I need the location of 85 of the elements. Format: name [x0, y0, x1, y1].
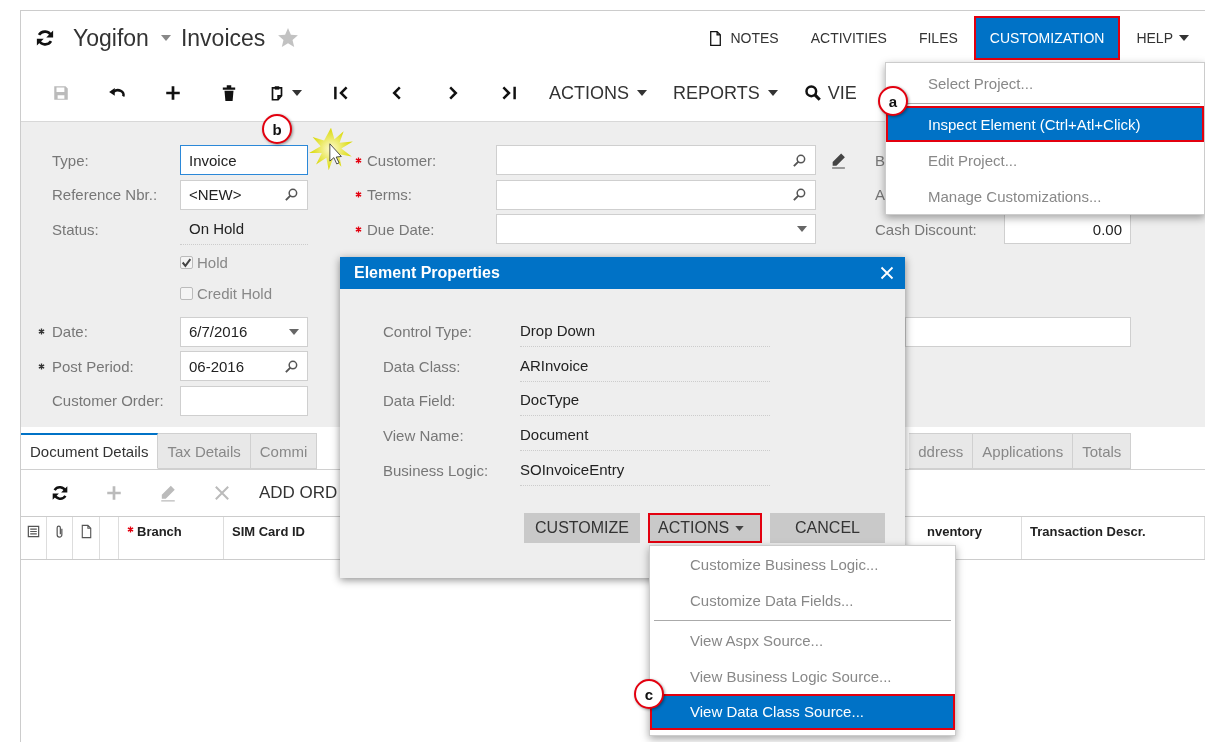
property-value: Document: [520, 420, 770, 452]
field-label: Reference Nbr.:: [52, 186, 159, 204]
search-icon: [803, 84, 822, 102]
caret-icon: [292, 90, 302, 96]
input-field[interactable]: 0.00: [1004, 214, 1131, 245]
checkbox[interactable]: [180, 255, 193, 269]
top-link[interactable]: NOTES: [691, 16, 795, 60]
menu-item[interactable]: Inspect Element (Ctrl+Atl+Click): [886, 106, 1204, 142]
list-icon: [26, 524, 41, 539]
first-page-icon[interactable]: [332, 84, 350, 102]
field-label: Terms:: [367, 186, 413, 204]
search-icon[interactable]: [792, 187, 807, 203]
callout-badge: c: [634, 679, 664, 709]
top-link[interactable]: HELP: [1120, 16, 1205, 60]
dialog-button[interactable]: CANCEL: [770, 513, 885, 543]
star-icon[interactable]: [277, 27, 300, 49]
property-value: ARInvoice: [520, 350, 770, 382]
input-field[interactable]: Invoice: [180, 145, 308, 176]
toolbar-menu[interactable]: ACTIONS: [549, 82, 647, 104]
checkbox[interactable]: [180, 287, 193, 301]
dialog-title: Element Properties: [354, 264, 500, 282]
toolbar-menu[interactable]: REPORTS: [673, 82, 778, 104]
company-title[interactable]: Yogifon: [73, 24, 149, 52]
column-header[interactable]: Branch: [119, 517, 224, 559]
callout-badge: b: [262, 114, 292, 144]
input-field[interactable]: 06-2016: [180, 351, 308, 382]
checkbox-label: Credit Hold: [197, 285, 273, 303]
menu-item[interactable]: Manage Customizations...: [886, 178, 1204, 214]
trash-icon[interactable]: [220, 84, 238, 102]
field-label: Type:: [52, 151, 90, 169]
caret-icon: [767, 90, 778, 96]
refresh-icon[interactable]: [51, 484, 69, 502]
property-label: Data Field:: [383, 392, 457, 410]
property-value: Drop Down: [520, 315, 770, 347]
field-label: Post Period:: [52, 357, 135, 375]
search-icon[interactable]: [284, 358, 299, 374]
status-value: On Hold: [180, 213, 308, 245]
property-label: Data Class:: [383, 357, 462, 375]
caret-icon: [637, 90, 647, 96]
caret-icon: [735, 525, 745, 531]
input-field[interactable]: 6/7/2016: [180, 316, 308, 347]
input-field[interactable]: [496, 145, 816, 176]
menu-item[interactable]: View Aspx Source...: [650, 623, 955, 659]
caret-icon: [1179, 35, 1189, 41]
checkbox-label: Hold: [197, 253, 228, 271]
menu-item[interactable]: Edit Project...: [886, 142, 1204, 178]
search-icon[interactable]: [792, 152, 807, 168]
field-label: Status:: [52, 220, 100, 238]
input-field[interactable]: [905, 316, 1131, 347]
column-header[interactable]: Transaction Descr.: [1022, 517, 1205, 559]
refresh-icon[interactable]: [35, 28, 55, 48]
field-label: Date:: [52, 323, 89, 341]
top-link[interactable]: ACTIVITIES: [794, 16, 903, 60]
caret-icon: [289, 328, 299, 335]
field-label: Customer Order:: [52, 392, 165, 410]
property-label: View Name:: [383, 427, 465, 445]
property-label: Control Type:: [383, 322, 473, 340]
plus-icon[interactable]: [164, 84, 182, 102]
screen-title: Invoices: [180, 24, 266, 52]
field-label: Customer:: [367, 151, 438, 169]
dialog-button[interactable]: CUSTOMIZE: [524, 513, 640, 543]
input-field[interactable]: [496, 214, 816, 245]
caret-icon: [797, 226, 807, 233]
callout-badge: a: [878, 86, 908, 116]
last-page-icon[interactable]: [500, 84, 518, 102]
field-label: Cash Discount:: [875, 220, 977, 238]
property-label: Business Logic:: [383, 462, 490, 480]
top-link[interactable]: FILES: [902, 16, 974, 60]
property-value: SOInvoiceEntry: [520, 455, 770, 487]
field-label: Due Date:: [367, 220, 436, 238]
input-field[interactable]: [180, 385, 308, 416]
field-label: B: [875, 151, 885, 169]
caret-icon: [160, 35, 171, 41]
toolbar-button[interactable]: ADD ORD: [259, 483, 338, 503]
tab[interactable]: Document Details: [21, 433, 159, 469]
search-icon[interactable]: [284, 187, 299, 203]
pencil-icon[interactable]: [830, 151, 847, 169]
view-button[interactable]: VIE: [803, 82, 857, 104]
dialog-button[interactable]: ACTIONS: [648, 513, 762, 543]
input-field[interactable]: <NEW>: [180, 179, 308, 210]
property-value: DocType: [520, 385, 770, 417]
field-label: A: [875, 186, 885, 204]
top-link[interactable]: CUSTOMIZATION: [973, 16, 1121, 60]
menu-item[interactable]: Customize Data Fields...: [650, 582, 955, 618]
input-field[interactable]: [496, 179, 816, 210]
